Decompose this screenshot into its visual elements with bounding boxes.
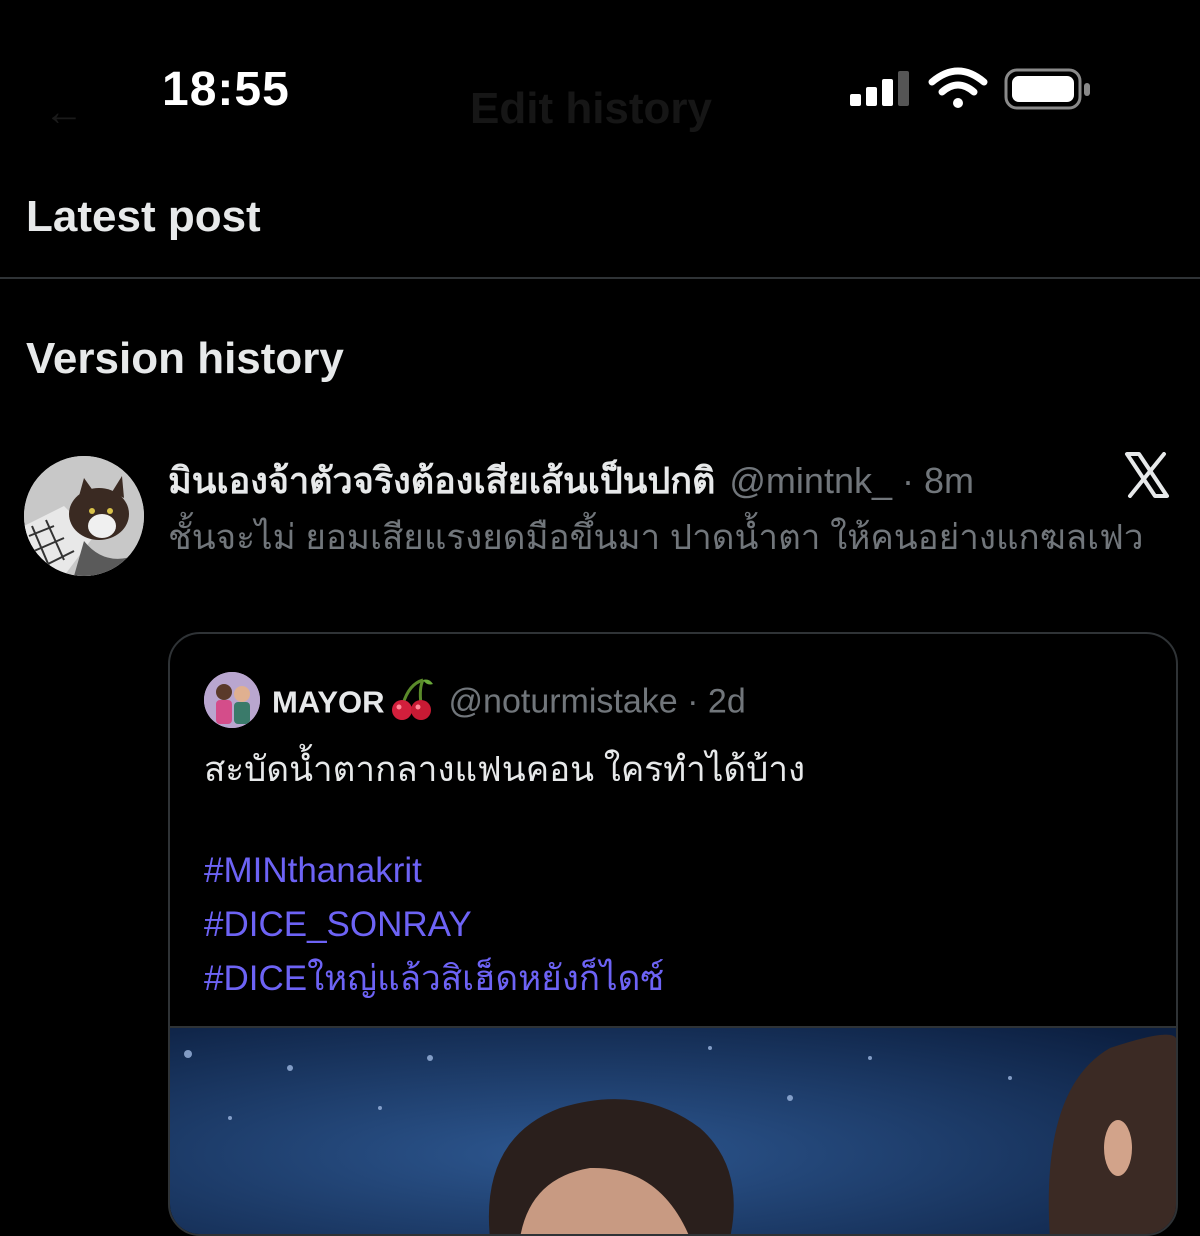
hashtag-link[interactable]: #DICE_SONRAY	[204, 898, 664, 952]
latest-post-heading: Latest post	[26, 192, 261, 241]
version-history-heading: Version history	[26, 334, 344, 383]
hashtag-list: #MINthanakrit #DICE_SONRAY #DICEใหญ่แล้ว…	[204, 844, 664, 1006]
post-display-name[interactable]: มินเองจ้าตัวจริงต้องเสียเส้นเป็นปกติ	[168, 460, 715, 501]
page-title: Edit history	[470, 84, 713, 133]
quoted-post-header: MAYOR @noturmistake · 2d	[272, 676, 746, 731]
cellular-signal-icon	[850, 71, 909, 106]
battery-icon	[1004, 68, 1090, 110]
hashtag-link[interactable]: #DICEใหญ่แล้วสิเฮ็ดหยังก็ไดซ์	[204, 952, 664, 1006]
section-divider	[0, 277, 1200, 279]
cherries-icon	[389, 676, 435, 731]
post-text: ชั้นจะไม่ ยอมเสียแรงยดมือขึ้นมา ปาดน้ำตา…	[168, 518, 1144, 557]
quoted-handle-time: @noturmistake · 2d	[448, 682, 746, 721]
avatar[interactable]	[24, 456, 144, 576]
quoted-post-card[interactable]: MAYOR @noturmistake · 2d สะบัดน้ำตากลางแ…	[168, 632, 1178, 1236]
cat-photo-icon	[24, 456, 144, 576]
quoted-avatar[interactable]	[204, 672, 260, 728]
hashtag-link[interactable]: #MINthanakrit	[204, 844, 664, 898]
status-bar: ← Edit history 18:55	[0, 0, 1200, 180]
post-handle-time: @mintnk_ · 8m	[729, 460, 974, 501]
wifi-icon	[928, 67, 988, 108]
x-logo-icon	[1125, 452, 1169, 498]
back-icon[interactable]: ←	[44, 90, 84, 135]
quoted-post-text: สะบัดน้ำตากลางแฟนคอน ใครทำได้บ้าง	[204, 750, 806, 789]
status-time: 18:55	[162, 63, 290, 116]
avatar-photo-icon	[204, 672, 260, 728]
post-header: มินเองจ้าตัวจริงต้องเสียเส้นเป็นปกติ @min…	[168, 452, 974, 509]
quoted-display-name[interactable]: MAYOR	[272, 684, 385, 719]
quoted-media-image[interactable]	[170, 1026, 1176, 1234]
